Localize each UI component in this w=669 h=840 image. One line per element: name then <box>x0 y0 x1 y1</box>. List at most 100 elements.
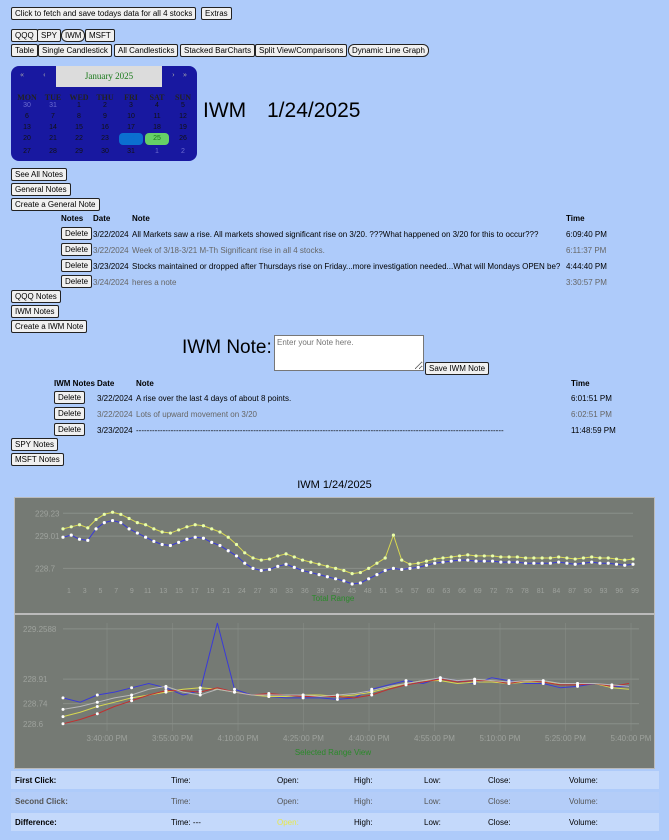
iwm-notes-button[interactable]: IWM Notes <box>11 305 59 318</box>
x-tick-label: 3 <box>83 588 87 595</box>
ticker-spy[interactable]: SPY <box>37 29 62 42</box>
general-notes-button[interactable]: General Notes <box>11 183 71 196</box>
calendar-day[interactable]: 25 <box>145 133 169 145</box>
spy-notes-button[interactable]: SPY Notes <box>11 438 58 451</box>
calendar-day[interactable]: 3 <box>118 102 144 109</box>
stat-open: Open: <box>277 818 299 827</box>
calendar-day[interactable]: 21 <box>40 135 66 142</box>
delete-general-note-button[interactable]: Delete <box>61 243 93 256</box>
calendar-day[interactable]: 1 <box>144 148 170 155</box>
calendar-day[interactable]: 10 <box>118 113 144 120</box>
ticker-msft[interactable]: MSFT <box>85 29 115 42</box>
calendar-day[interactable]: 22 <box>66 135 92 142</box>
stat-open: Open: <box>277 797 299 806</box>
data-point <box>218 543 222 548</box>
general-note-time: 6:09:40 PM <box>566 230 607 239</box>
create-general-note-button[interactable]: Create a General Note <box>11 198 100 211</box>
data-point <box>515 560 519 564</box>
ticker-qqq[interactable]: QQQ <box>11 29 38 42</box>
calendar-day[interactable]: 16 <box>92 124 118 131</box>
calendar-day[interactable]: 26 <box>170 135 196 142</box>
calendar-day[interactable]: 14 <box>40 124 66 131</box>
selected-range-plot[interactable]: 229.2588 228.91 228.74 228.6 3:40:00 PM 3:55:… <box>15 615 654 768</box>
data-point <box>408 566 412 570</box>
calendar-day[interactable]: 28 <box>40 148 66 155</box>
delete-iwm-note-button[interactable]: Delete <box>54 407 86 420</box>
calendar-day[interactable]: 30 <box>14 102 40 109</box>
view-dynamic-line-graph[interactable]: Dynamic Line Graph <box>348 44 429 57</box>
data-point <box>375 561 379 565</box>
calendar-day[interactable]: 31 <box>40 102 66 109</box>
data-point <box>130 686 134 690</box>
view-single-candlestick[interactable]: Single Candlestick <box>38 44 112 57</box>
qqq-notes-button[interactable]: QQQ Notes <box>11 290 61 303</box>
calendar-day[interactable]: 7 <box>40 113 66 120</box>
calendar-day[interactable]: 15 <box>66 124 92 131</box>
data-point <box>233 690 237 694</box>
iwm-note-date: 3/22/2024 <box>97 410 133 419</box>
calendar-day[interactable]: 12 <box>170 113 196 120</box>
calendar-day[interactable]: 8 <box>66 113 92 120</box>
iwm-note-text: Lots of upward movement on 3/20 <box>136 410 257 419</box>
data-point <box>317 573 321 577</box>
calendar-day[interactable]: 24 <box>119 133 143 145</box>
calendar-day[interactable]: 2 <box>92 102 118 109</box>
data-point <box>507 555 511 559</box>
calendar-day[interactable]: 29 <box>66 148 92 155</box>
data-point <box>482 559 486 563</box>
data-point <box>391 566 396 570</box>
calendar-day[interactable]: 13 <box>14 124 40 131</box>
x-axis-label: Selected Range View <box>295 748 372 757</box>
view-table[interactable]: Table <box>11 44 39 57</box>
total-range-plot[interactable]: 229.23229.01228.7228.1513579111315171921… <box>15 498 654 630</box>
calendar-title[interactable]: January 2025 <box>56 66 162 87</box>
data-point <box>404 681 408 685</box>
view-split-comparisons[interactable]: Split View/Comparisons <box>255 44 348 57</box>
calendar-day[interactable]: 2 <box>170 148 196 155</box>
total-range-chart[interactable]: 229.23229.01228.7228.1513579111315171921… <box>14 497 655 631</box>
calendar-day[interactable]: 6 <box>14 113 40 120</box>
x-tick-label: 19 <box>207 588 215 595</box>
see-all-notes-button[interactable]: See All Notes <box>11 168 68 181</box>
calendar-day[interactable]: 9 <box>92 113 118 120</box>
delete-iwm-note-button[interactable]: Delete <box>54 391 86 404</box>
calendar-day[interactable]: 23 <box>92 135 118 142</box>
calendar-day[interactable]: 30 <box>92 148 118 155</box>
view-stacked-barcharts[interactable]: Stacked BarCharts <box>180 44 256 57</box>
calendar-day[interactable]: 11 <box>144 113 170 120</box>
next-month-button[interactable]: › <box>172 70 175 79</box>
calendar-day[interactable]: 17 <box>118 124 144 131</box>
save-iwm-note-button[interactable]: Save IWM Note <box>425 362 490 375</box>
calendar-day[interactable]: 5 <box>170 102 196 109</box>
calendar-day[interactable]: 4 <box>144 102 170 109</box>
calendar-day[interactable]: 27 <box>14 148 40 155</box>
delete-general-note-button[interactable]: Delete <box>61 227 93 240</box>
data-point <box>300 558 305 562</box>
delete-general-note-button[interactable]: Delete <box>61 275 93 288</box>
iwm-note-input[interactable] <box>274 335 424 371</box>
msft-notes-button[interactable]: MSFT Notes <box>11 453 64 466</box>
calendar-day[interactable]: 31 <box>118 148 144 155</box>
prev-month-button[interactable]: ‹ <box>43 70 46 79</box>
view-all-candlesticks[interactable]: All Candlesticks <box>114 44 179 57</box>
stat-volume: Volume: <box>569 818 598 827</box>
calendar-day[interactable]: 19 <box>170 124 196 131</box>
stat-time: Time: <box>171 797 191 806</box>
next-year-button[interactable]: » <box>183 70 187 79</box>
calendar-day[interactable]: 18 <box>144 124 170 131</box>
extras-button[interactable]: Extras <box>201 7 232 20</box>
delete-iwm-note-button[interactable]: Delete <box>54 423 86 436</box>
ticker-iwm[interactable]: IWM <box>61 29 86 42</box>
calendar-day[interactable]: 1 <box>66 102 92 109</box>
selected-range-chart[interactable]: 229.2588 228.91 228.74 228.6 3:40:00 PM 3:55:… <box>14 614 655 769</box>
ticker-heading: IWM <box>203 99 247 122</box>
calendar-day[interactable]: 20 <box>14 135 40 142</box>
prev-year-button[interactable]: « <box>20 70 24 79</box>
delete-general-note-button[interactable]: Delete <box>61 259 93 272</box>
data-point <box>499 560 503 564</box>
create-iwm-note-button[interactable]: Create a IWM Note <box>11 320 88 333</box>
data-point <box>466 553 470 557</box>
data-point <box>576 681 580 685</box>
y-tick-label: 228.91 <box>23 675 48 684</box>
fetch-data-button[interactable]: Click to fetch and save todays data for … <box>11 7 197 20</box>
